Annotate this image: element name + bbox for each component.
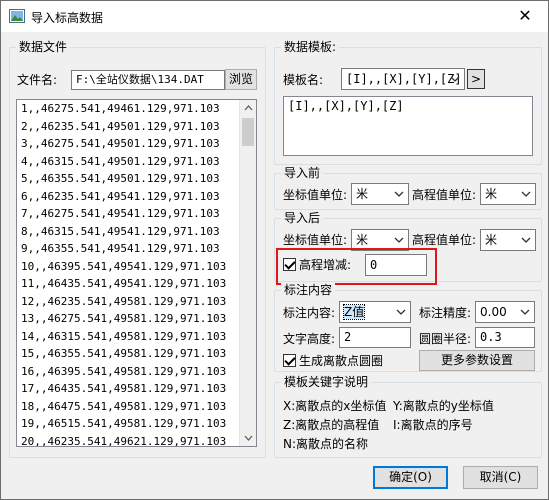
list-item[interactable]: 2,,46235.541,49501.129,971.103	[17, 118, 256, 136]
scroll-down-icon[interactable]	[240, 429, 257, 446]
before-elev-unit-combo[interactable]: 米	[480, 183, 536, 205]
keyword-x: X:离散点的x坐标值	[283, 399, 387, 413]
keyword-i: I:离散点的序号	[393, 418, 473, 432]
more-params-button[interactable]: 更多参数设置	[419, 350, 535, 371]
cancel-button[interactable]: 取消(C)	[463, 466, 538, 489]
after-elev-unit-label: 高程值单位:	[412, 233, 477, 247]
list-item[interactable]: 16,,46395.541,49581.129,971.103	[17, 363, 256, 381]
list-item[interactable]: 17,,46435.541,49581.129,971.103	[17, 380, 256, 398]
list-item[interactable]: 13,,46275.541,49581.129,971.103	[17, 310, 256, 328]
filename-label: 文件名:	[17, 73, 58, 87]
after-coord-unit-label: 坐标值单位:	[283, 233, 348, 247]
list-item[interactable]: 1,,46275.541,49461.129,971.103	[17, 100, 256, 118]
circle-radius-label: 圆圈半径:	[419, 332, 472, 346]
elevation-increment-checkbox[interactable]	[283, 258, 296, 271]
filename-field[interactable]: F:\全站仪数据\134.DAT	[71, 70, 225, 90]
vertical-scrollbar[interactable]	[239, 100, 256, 446]
list-item[interactable]: 9,,46355.541,49541.129,971.103	[17, 240, 256, 258]
close-icon[interactable]: ✕	[502, 1, 548, 32]
annotation-content-value: Z值	[342, 304, 366, 320]
gen-circle-checkbox[interactable]	[283, 354, 296, 367]
list-item[interactable]: 7,,46275.541,49541.129,971.103	[17, 205, 256, 223]
list-item[interactable]: 6,,46235.541,49541.129,971.103	[17, 188, 256, 206]
before-elev-unit-label: 高程值单位:	[412, 188, 477, 202]
window-title: 导入标高数据	[31, 11, 104, 25]
before-coord-unit-label: 坐标值单位:	[283, 188, 348, 202]
template-group-title: 数据模板:	[281, 39, 340, 55]
browse-button[interactable]: 浏览	[225, 69, 257, 90]
text-height-field[interactable]: 2	[339, 327, 411, 348]
after-import-group-title: 导入后	[281, 210, 324, 226]
app-icon	[9, 9, 25, 23]
chevron-down-icon	[394, 191, 404, 197]
list-item[interactable]: 19,,46515.541,49581.129,971.103	[17, 415, 256, 433]
next-template-button[interactable]: >	[467, 69, 485, 89]
list-item[interactable]: 4,,46315.541,49501.129,971.103	[17, 153, 256, 171]
after-elev-unit-combo[interactable]: 米	[480, 229, 536, 251]
template-name-label: 模板名:	[283, 73, 324, 87]
annotation-group-title: 标注内容	[281, 282, 336, 298]
title-bar: 导入标高数据 ✕	[1, 1, 548, 32]
scroll-thumb[interactable]	[242, 118, 254, 146]
text-height-label: 文字高度:	[283, 332, 336, 346]
precision-label: 标注精度:	[419, 306, 472, 320]
keyword-y: Y:离散点的y坐标值	[393, 399, 494, 413]
after-coord-unit-value: 米	[356, 233, 369, 247]
list-item[interactable]: 14,,46315.541,49581.129,971.103	[17, 328, 256, 346]
chevron-down-icon	[394, 237, 404, 243]
circle-radius-field[interactable]: 0.3	[475, 327, 535, 348]
annotation-content-label: 标注内容:	[283, 306, 336, 320]
ok-button[interactable]: 确定(O)	[373, 466, 448, 489]
list-item[interactable]: 18,,46475.541,49581.129,971.103	[17, 398, 256, 416]
data-preview-list[interactable]: 1,,46275.541,49461.129,971.103 2,,46235.5…	[16, 99, 257, 447]
list-item[interactable]: 3,,46275.541,49501.129,971.103	[17, 135, 256, 153]
annotation-content-combo[interactable]: Z值	[339, 301, 411, 323]
keyword-n: N:离散点的名称	[283, 437, 369, 451]
chevron-down-icon	[521, 237, 531, 243]
scroll-up-icon[interactable]	[240, 100, 257, 117]
precision-value: 0.00	[480, 305, 507, 319]
elevation-increment-field[interactable]: 0	[365, 254, 427, 276]
list-item[interactable]: 11,,46435.541,49541.129,971.103	[17, 275, 256, 293]
keywords-group-title: 模板关键字说明	[281, 374, 372, 390]
chevron-down-icon	[450, 76, 460, 82]
elevation-increment-label: 高程增减:	[299, 258, 352, 272]
before-import-group-title: 导入前	[281, 165, 324, 181]
chevron-down-icon	[520, 309, 530, 315]
list-item[interactable]: 10,,46395.541,49541.129,971.103	[17, 258, 256, 276]
dialog-window: 导入标高数据 ✕ 数据文件 文件名: F:\全站仪数据\134.DAT 浏览 1…	[0, 0, 549, 500]
after-elev-unit-value: 米	[485, 233, 498, 247]
before-coord-unit-value: 米	[356, 187, 369, 201]
list-item[interactable]: 8,,46315.541,49541.129,971.103	[17, 223, 256, 241]
before-elev-unit-value: 米	[485, 187, 498, 201]
data-file-group-title: 数据文件	[16, 39, 71, 55]
chevron-down-icon	[396, 309, 406, 315]
gen-circle-label: 生成离散点圆圈	[299, 354, 384, 368]
template-name-value: [I],,[X],[Y],[Z]	[346, 72, 462, 86]
data-rows: 1,,46275.541,49461.129,971.103 2,,46235.5…	[17, 100, 256, 447]
template-content-field[interactable]: [I],,[X],[Y],[Z]	[283, 96, 533, 156]
chevron-down-icon	[521, 191, 531, 197]
precision-combo[interactable]: 0.00	[475, 301, 535, 323]
template-name-combo[interactable]: [I],,[X],[Y],[Z]	[341, 68, 465, 90]
list-item[interactable]: 15,,46355.541,49581.129,971.103	[17, 345, 256, 363]
before-coord-unit-combo[interactable]: 米	[351, 183, 409, 205]
list-item[interactable]: 12,,46235.541,49581.129,971.103	[17, 293, 256, 311]
keyword-z: Z:离散点的高程值	[283, 418, 380, 432]
list-item[interactable]: 20,,46235.541,49621.129,971.103	[17, 433, 256, 447]
list-item[interactable]: 5,,46355.541,49501.129,971.103	[17, 170, 256, 188]
